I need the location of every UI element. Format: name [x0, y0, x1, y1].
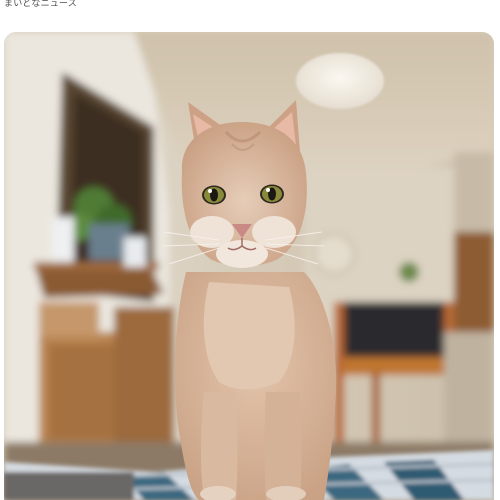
cat-photo: [4, 32, 494, 500]
post-photo[interactable]: [4, 32, 494, 500]
post: まいどなニュース: [0, 0, 500, 500]
source-caption: まいどなニュース: [4, 0, 77, 9]
